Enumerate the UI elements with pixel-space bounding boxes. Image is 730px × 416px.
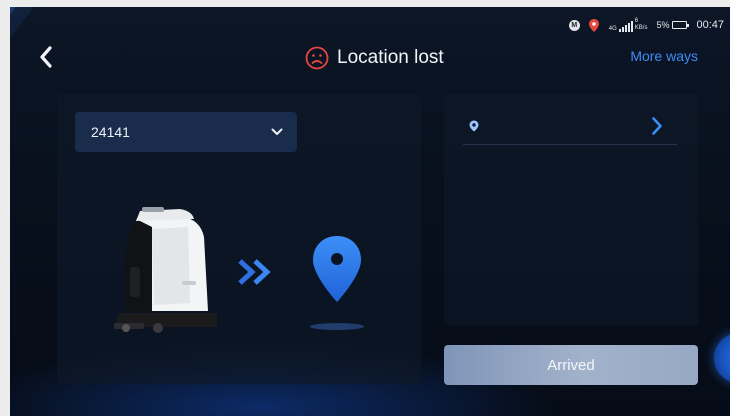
page-title-group: Location lost xyxy=(305,45,444,71)
cleaning-robot-illustration xyxy=(114,207,217,333)
app-badge-icon: M xyxy=(568,19,580,31)
sad-face-icon xyxy=(305,46,329,70)
arrived-button[interactable]: Arrived xyxy=(444,345,698,385)
battery-icon xyxy=(672,21,690,29)
chevron-down-icon xyxy=(271,128,283,135)
network-speed-value: 6 xyxy=(634,18,639,24)
network-speed-unit: KB/s xyxy=(634,25,648,31)
network-type: 4G xyxy=(608,26,617,32)
floating-action-button[interactable] xyxy=(714,333,730,383)
pin-shadow xyxy=(310,323,364,330)
back-button[interactable] xyxy=(34,43,58,71)
page-title: Location lost xyxy=(337,47,444,68)
chevron-left-icon xyxy=(40,46,52,68)
map-pin-icon xyxy=(313,236,361,302)
signal-indicator: 4G 6 KB/s xyxy=(608,18,648,32)
chevron-right-icon xyxy=(652,117,662,135)
network-speed: 6 KB/s xyxy=(635,18,648,32)
location-dot-icon xyxy=(469,120,479,132)
location-select-row[interactable] xyxy=(463,108,677,145)
battery-indicator: 5% xyxy=(656,20,690,30)
robot-position-panel: 24141 xyxy=(57,94,421,384)
location-status-icon xyxy=(589,18,600,32)
map-select-dropdown[interactable]: 24141 xyxy=(75,112,297,152)
status-bar: M 4G 6 KB/s 5% 00:47 xyxy=(568,17,724,33)
clock: 00:47 xyxy=(696,19,724,31)
location-list-panel xyxy=(444,94,698,325)
double-chevron-right-icon xyxy=(238,259,271,285)
more-ways-link[interactable]: More ways xyxy=(630,48,698,64)
battery-percent: 5% xyxy=(656,20,670,30)
signal-bars-icon xyxy=(618,21,633,32)
dropdown-selected-value: 24141 xyxy=(91,124,130,140)
app-screen: M 4G 6 KB/s 5% 00:47 Location lost More … xyxy=(10,7,730,416)
